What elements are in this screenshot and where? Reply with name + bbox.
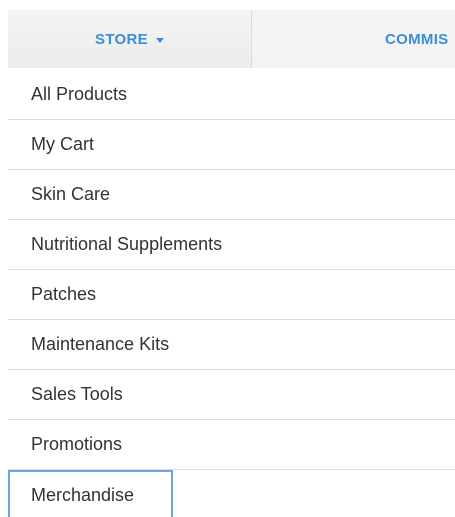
menu-item-label: Skin Care: [31, 184, 111, 204]
menu-item-label: My Cart: [31, 134, 94, 154]
menu-item-skin-care[interactable]: Skin Care: [8, 170, 455, 220]
menu-item-label: All Products: [31, 84, 128, 104]
menu-item-all-products[interactable]: All Products: [8, 70, 455, 120]
menu-item-label: Maintenance Kits: [31, 334, 170, 354]
menu-item-label: Merchandise: [31, 484, 135, 505]
store-tab[interactable]: STORE: [8, 10, 252, 68]
menu-item-label: Nutritional Supplements: [31, 234, 223, 254]
menu-item-label: Patches: [31, 284, 97, 304]
menu-item-label: Sales Tools: [31, 384, 123, 404]
store-tab-label: STORE: [95, 30, 148, 48]
commissions-tab-label: COMMIS: [385, 30, 449, 48]
menu-item-label: Promotions: [31, 434, 123, 454]
menu-item-patches[interactable]: Patches: [8, 270, 455, 320]
menu-item-nutritional-supplements[interactable]: Nutritional Supplements: [8, 220, 455, 270]
chevron-down-icon: [155, 37, 164, 43]
store-dropdown-menu: All Products My Cart Skin Care Nutrition…: [8, 70, 455, 517]
menu-item-merchandise[interactable]: Merchandise: [8, 470, 173, 517]
store-menu-screen: STORE COMMIS All Products My Cart Skin C…: [0, 0, 455, 517]
menu-item-promotions[interactable]: Promotions: [8, 420, 455, 470]
menu-item-my-cart[interactable]: My Cart: [8, 120, 455, 170]
menu-item-maintenance-kits[interactable]: Maintenance Kits: [8, 320, 455, 370]
commissions-tab[interactable]: COMMIS: [252, 10, 455, 68]
menu-item-sales-tools[interactable]: Sales Tools: [8, 370, 455, 420]
top-nav-bar: STORE COMMIS: [8, 10, 455, 68]
